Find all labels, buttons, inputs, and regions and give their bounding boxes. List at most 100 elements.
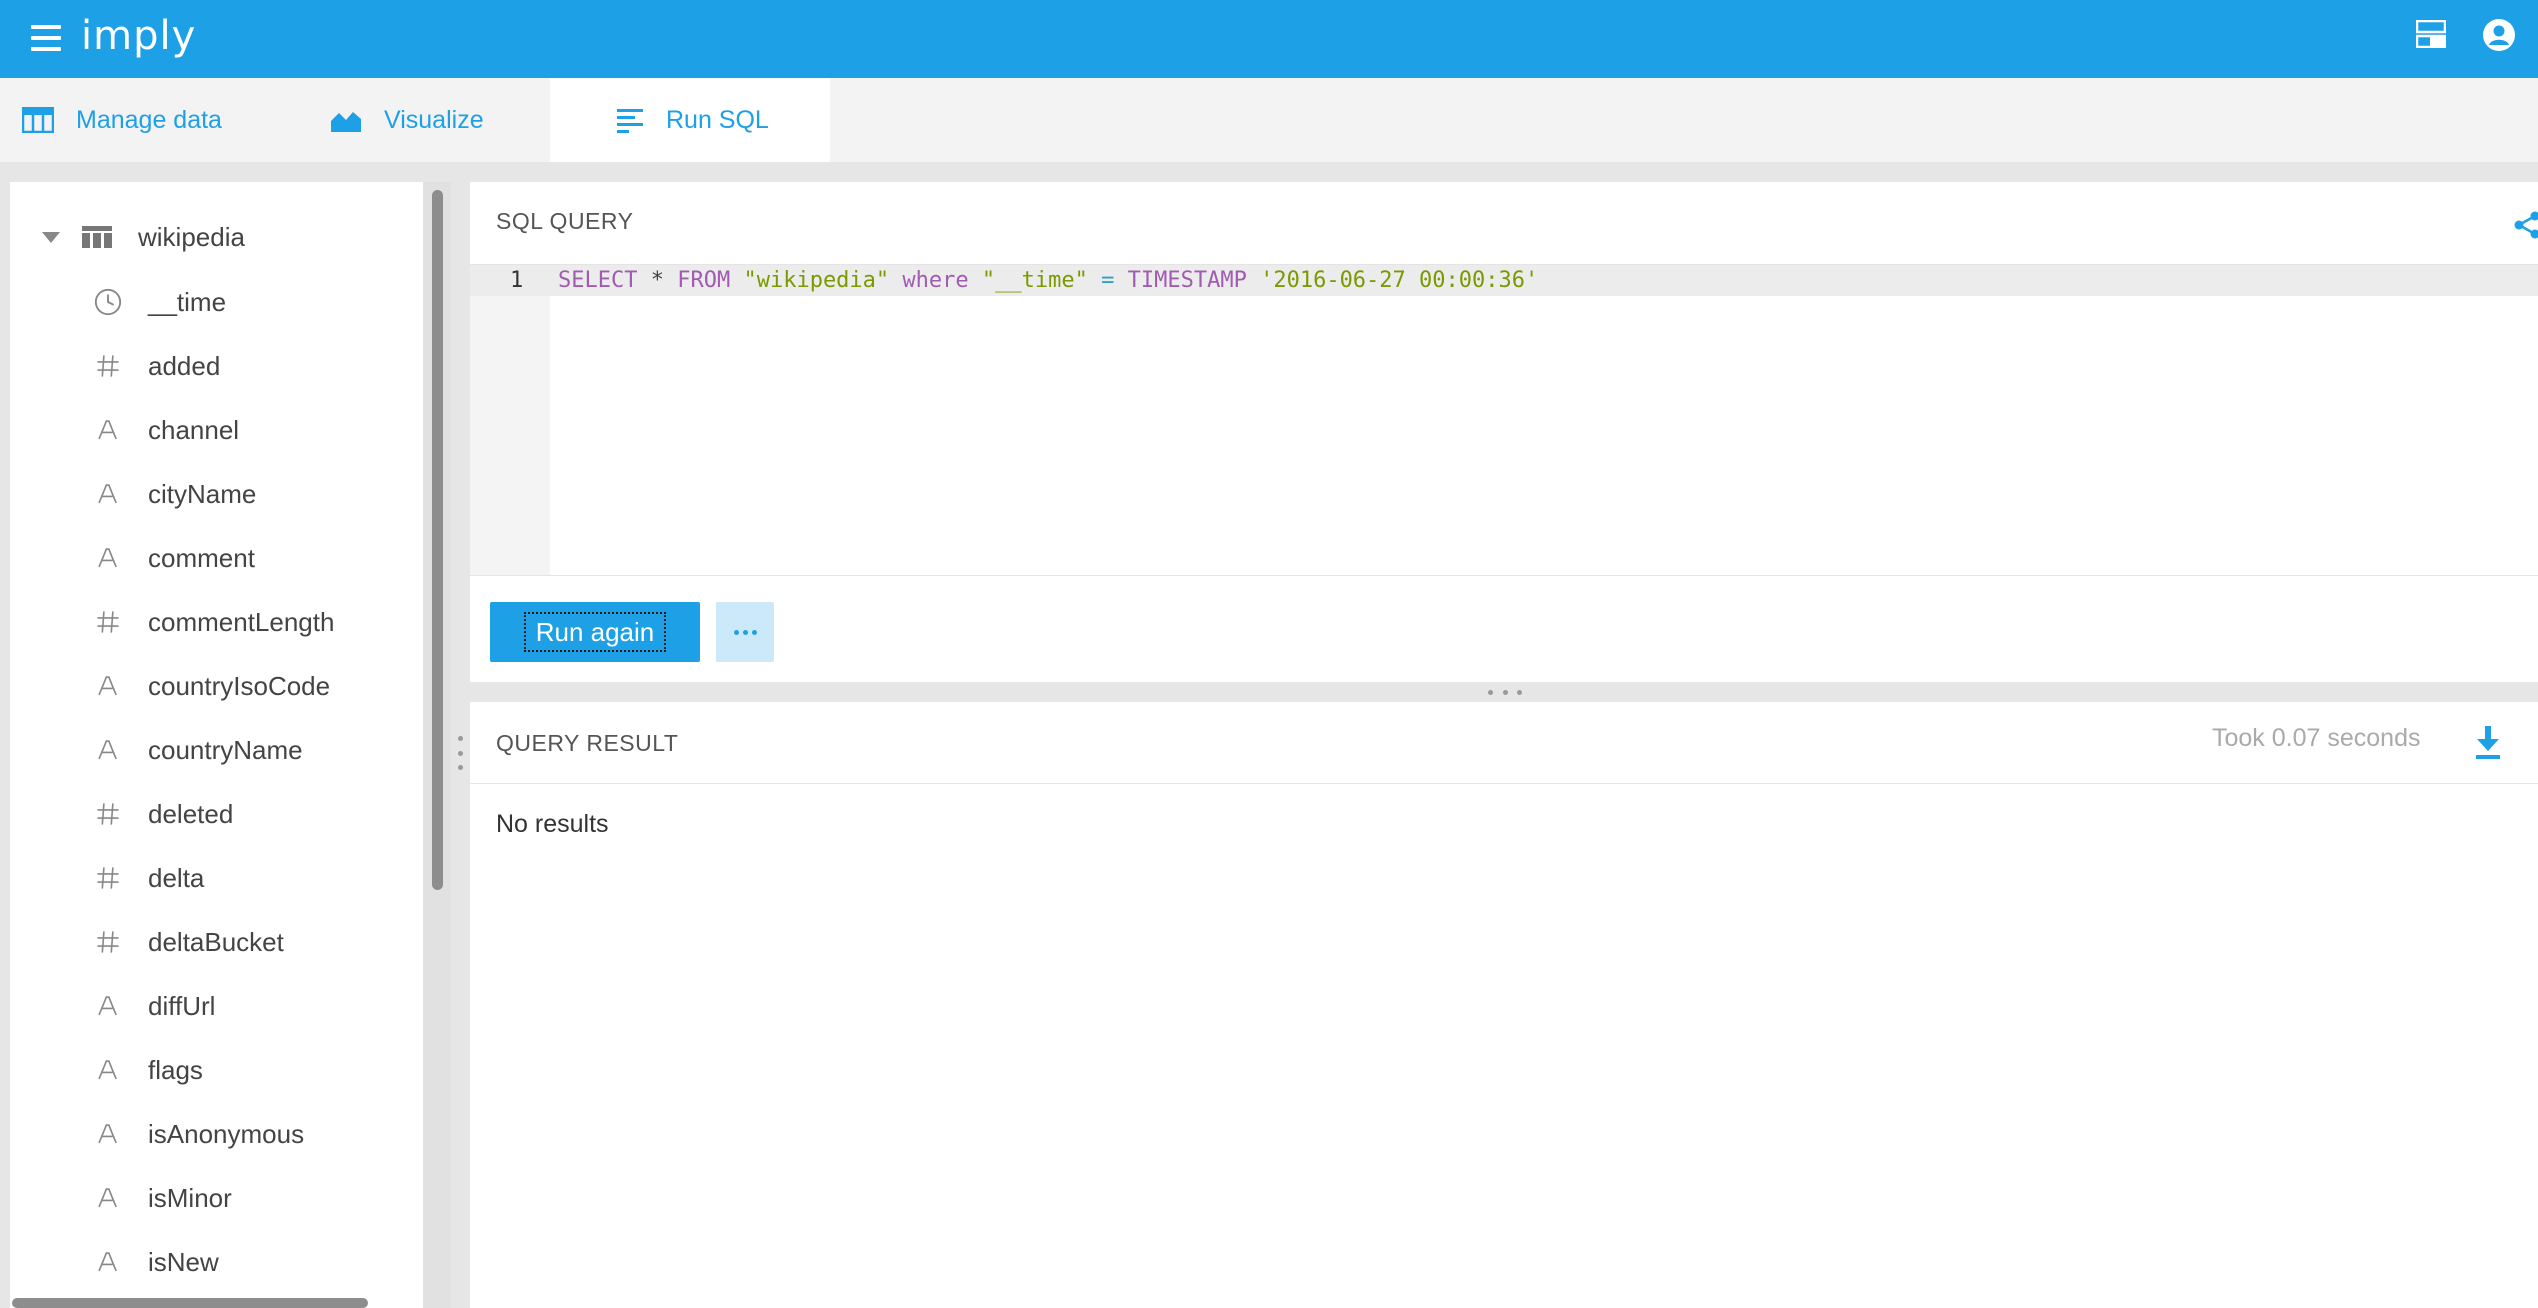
code-token: = [1101,268,1115,293]
line-number: 1 [510,268,524,293]
vertical-splitter-handle[interactable] [456,736,464,770]
string-type-icon [92,670,124,702]
column-name: delta [148,862,205,893]
column-name: __time [148,286,227,317]
number-hash-icon [92,862,124,894]
column-name: isAnonymous [148,1118,305,1149]
column-name: countryIsoCode [148,670,331,701]
column-name: flags [148,1054,203,1085]
sidebar-horizontal-scrollbar[interactable] [12,1298,368,1308]
caret-down-icon[interactable] [42,231,60,243]
result-header: QUERY RESULT Took 0.07 seconds [470,702,2538,784]
panel-title: SQL QUERY [496,208,634,234]
code-token: SELECT [558,268,638,293]
column-item[interactable]: isAnonymous [92,1114,304,1154]
string-type-icon [92,1246,124,1278]
code-token: * [637,268,678,293]
tab-run-sql[interactable]: Run SQL [550,78,830,162]
column-name: deleted [148,798,234,829]
column-item[interactable]: deltaBucket [92,922,284,962]
column-item[interactable]: __time [92,282,226,322]
top-bar: imply [0,0,2538,78]
sql-query-panel: SQL QUERY 1 SELECT * FROM "wikipedia" wh… [470,182,2538,682]
editor-gutter [470,265,550,575]
number-hash-icon [92,926,124,958]
column-name: commentLength [148,606,335,637]
number-hash-icon [92,798,124,830]
column-item[interactable]: commentLength [92,602,334,642]
tree-datasource-wikipedia[interactable]: wikipedia [30,217,245,257]
tab-label: Visualize [384,105,484,134]
sql-editor[interactable]: 1 SELECT * FROM "wikipedia" where "__tim… [470,264,2538,576]
column-name: added [148,350,221,381]
column-item[interactable]: diffUrl [92,986,215,1026]
number-hash-icon [92,350,124,382]
more-options-button[interactable] [716,602,774,662]
horizontal-splitter-handle[interactable] [1488,688,1522,696]
column-item[interactable]: deleted [92,794,233,834]
share-icon[interactable] [2512,210,2538,240]
string-type-icon [92,1118,124,1150]
empty-result-message: No results [496,810,609,838]
column-name: channel [148,414,240,445]
download-icon[interactable] [2470,722,2506,762]
code-token: "wikipedia" [743,268,890,293]
user-circle-icon[interactable] [2482,18,2516,52]
tab-label: Manage data [76,105,222,134]
code-token: '2016-06-27 00:00:36' [1260,268,1539,293]
sidebar-scrollbar-thumb[interactable] [432,190,443,890]
column-name: deltaBucket [148,926,284,957]
code-token: "__time" [981,268,1088,293]
string-type-icon [92,1054,124,1086]
tab-label: Run SQL [666,105,769,134]
string-type-icon [92,414,124,446]
tab-manage-data[interactable]: Manage data [0,78,276,162]
column-name: isNew [148,1246,219,1277]
column-name: comment [148,542,255,573]
run-again-button[interactable]: Run again [490,602,700,662]
column-item[interactable]: isMinor [92,1178,232,1218]
result-title: QUERY RESULT [496,730,679,756]
number-hash-icon [92,606,124,638]
column-item[interactable]: comment [92,538,255,578]
column-item[interactable]: delta [92,858,204,898]
code-line[interactable]: SELECT * FROM "wikipedia" where "__time"… [558,265,1538,296]
column-item[interactable]: countryIsoCode [92,666,330,706]
column-name: countryName [148,734,303,765]
app-logo[interactable]: imply [81,6,196,66]
column-name: isMinor [148,1182,232,1213]
layout-icon[interactable] [2416,20,2446,48]
datasource-label: wikipedia [138,221,245,252]
column-item[interactable]: added [92,346,220,386]
column-item[interactable]: channel [92,410,239,450]
area-chart-icon [331,112,361,132]
string-type-icon [92,542,124,574]
string-type-icon [92,734,124,766]
table-icon [22,107,54,133]
string-type-icon [92,990,124,1022]
code-token: TIMESTAMP [1127,268,1247,293]
string-type-icon [92,1182,124,1214]
run-again-label: Run again [523,612,667,652]
query-timing: Took 0.07 seconds [2212,724,2421,752]
align-left-icon [617,109,643,133]
column-item[interactable]: cityName [92,474,256,514]
code-token: where [902,268,969,293]
tab-bar: Manage data Visualize Run SQL [0,78,2538,162]
code-token: FROM [677,268,731,293]
column-item[interactable]: isNew [92,1242,219,1282]
clock-icon [92,286,124,318]
table-icon [82,226,112,248]
column-item[interactable]: countryName [92,730,303,770]
column-item[interactable]: flags [92,1050,203,1090]
string-type-icon [92,478,124,510]
query-result-panel: QUERY RESULT Took 0.07 seconds No result… [470,702,2538,1308]
tab-visualize[interactable]: Visualize [276,78,550,162]
hamburger-icon[interactable] [29,21,63,55]
